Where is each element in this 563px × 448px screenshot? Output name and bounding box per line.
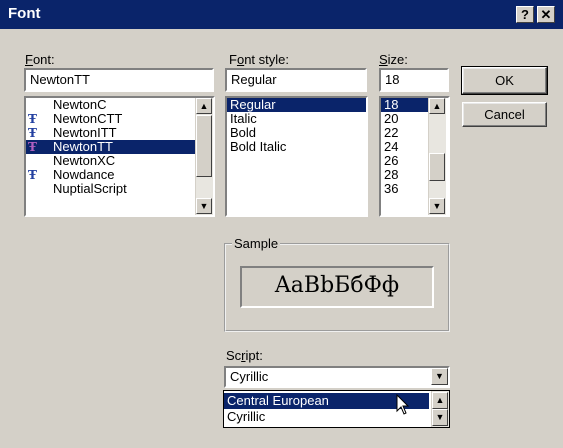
font-name-input[interactable]: NewtonTT [24,68,214,92]
style-list-item-label: Italic [230,111,257,126]
cancel-button[interactable]: Cancel [462,102,547,127]
sample-legend: Sample [232,236,281,251]
size-list-item-label: 18 [384,97,399,112]
size-label: Size: [379,52,408,67]
font-style-label: Font style: [229,52,289,67]
size-list[interactable]: 18 20 22 24 26 28 36 ▲ ▼ [379,96,450,217]
style-list-item[interactable]: Regular [227,98,366,112]
font-list-scrollbar[interactable]: ▲ ▼ [195,98,213,215]
size-list-item[interactable]: 20 [381,112,428,126]
script-option-label: Cyrillic [227,409,266,424]
size-input[interactable]: 18 [379,68,449,92]
size-list-item-label: 28 [384,167,399,182]
script-option-label: Central European [227,393,329,408]
style-list-item-label: Bold [230,125,257,140]
font-label: Font: [25,52,55,67]
scroll-down-icon[interactable]: ▼ [432,409,448,426]
font-list-item[interactable]: NewtonXC [26,154,195,168]
scroll-up-icon[interactable]: ▲ [432,392,448,409]
style-list-item[interactable]: Italic [227,112,366,126]
style-list-item-label: Regular [230,97,276,112]
script-label: Script: [226,348,263,363]
font-list-item[interactable]: Ŧ NewtonTT [26,140,195,154]
style-list-item[interactable]: Bold [227,126,366,140]
size-list-item[interactable]: 18 [381,98,428,112]
size-list-item-label: 26 [384,153,399,168]
ok-button[interactable]: OK [461,66,548,95]
font-list-item[interactable]: Ŧ Nowdance [26,167,195,183]
font-list-item[interactable]: Ŧ NewtonCTT [26,111,195,127]
size-list-item[interactable]: 24 [381,140,428,154]
font-list-item-label: NewtonTT [53,139,113,154]
font-list-item-label: NewtonC [53,97,107,112]
help-button[interactable]: ? [516,6,534,23]
size-list-item-label: 24 [384,139,399,154]
size-list-item-label: 36 [384,181,399,196]
font-list-item-label: NewtonXC [53,153,116,168]
font-list-item[interactable]: NewtonC [26,98,195,112]
truetype-icon: Ŧ [28,112,37,126]
window-title: Font [8,5,41,22]
font-list-item-label: Nowdance [53,167,115,182]
scroll-thumb[interactable] [429,153,445,181]
scroll-down-icon[interactable]: ▼ [196,198,212,214]
size-list-item[interactable]: 28 [381,168,428,182]
close-button[interactable]: ✕ [537,6,555,23]
sample-preview: AaBbБбФф [240,266,434,308]
mouse-cursor-icon [396,394,410,415]
font-list[interactable]: NewtonC Ŧ NewtonCTT Ŧ NewtonITT Ŧ NewtonTT Newt… [24,96,215,217]
title-bar [0,0,563,29]
scroll-up-icon[interactable]: ▲ [429,98,445,114]
font-style-list[interactable]: Regular Italic Bold Bold Italic [225,96,368,217]
script-dropdown-list[interactable]: Central European Cyrillic ▲ ▼ [223,390,450,428]
size-list-item[interactable]: 26 [381,154,428,168]
script-combobox[interactable]: Cyrillic [224,366,450,388]
truetype-icon: Ŧ [28,126,37,140]
font-list-item[interactable]: Ŧ NewtonITT [26,125,195,141]
size-list-item-label: 20 [384,111,399,126]
font-list-item[interactable]: NuptialScript [26,182,195,196]
size-list-scrollbar[interactable]: ▲ ▼ [428,98,446,215]
style-list-item[interactable]: Bold Italic [227,140,366,154]
scroll-up-icon[interactable]: ▲ [196,98,212,114]
style-list-item-label: Bold Italic [230,139,287,154]
font-list-item-label: NuptialScript [53,181,127,196]
scroll-down-icon[interactable]: ▼ [429,198,445,214]
size-list-item-label: 22 [384,125,399,140]
font-list-item-label: NewtonITT [53,125,117,140]
size-list-item[interactable]: 36 [381,182,428,196]
size-list-item[interactable]: 22 [381,126,428,140]
script-dropdown-scrollbar[interactable]: ▲ ▼ [431,391,449,427]
truetype-icon: Ŧ [28,140,37,154]
font-list-item-label: NewtonCTT [53,111,123,126]
chevron-down-icon[interactable]: ▼ [431,368,448,385]
truetype-icon: Ŧ [28,168,37,182]
font-style-input[interactable]: Regular [225,68,367,92]
scroll-thumb[interactable] [196,115,212,177]
